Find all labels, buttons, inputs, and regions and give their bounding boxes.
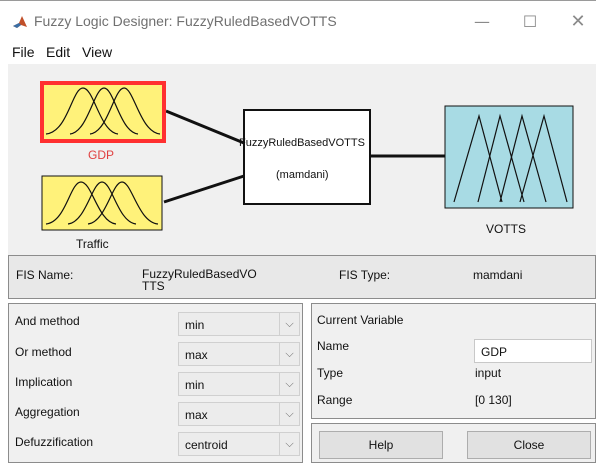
or-method-value: max bbox=[185, 348, 208, 362]
help-button[interactable]: Help bbox=[319, 431, 443, 459]
chevron-down-icon: ⌵ bbox=[279, 433, 299, 455]
and-method-value: min bbox=[185, 318, 205, 332]
implication-value: min bbox=[185, 378, 205, 392]
system-type-label: (mamdani) bbox=[276, 169, 329, 181]
menu-bar: File Edit View bbox=[0, 40, 596, 64]
aggregation-select[interactable]: max ⌵ bbox=[178, 402, 300, 426]
variable-range-label: Range bbox=[317, 393, 353, 407]
chevron-down-icon: ⌵ bbox=[279, 343, 299, 365]
input-gdp-block[interactable] bbox=[40, 81, 166, 143]
chevron-down-icon: ⌵ bbox=[279, 313, 299, 335]
maximize-button[interactable]: ☐ bbox=[510, 7, 550, 37]
system-block[interactable] bbox=[243, 109, 371, 205]
input-gdp-label: GDP bbox=[88, 148, 115, 162]
implication-label: Implication bbox=[15, 375, 73, 389]
methods-panel: And method min ⌵ Or method max ⌵ Implica… bbox=[8, 303, 303, 463]
current-variable-heading: Current Variable bbox=[317, 313, 404, 327]
chevron-down-icon: ⌵ bbox=[279, 403, 299, 425]
implication-select[interactable]: min ⌵ bbox=[178, 372, 300, 396]
menu-file[interactable]: File bbox=[12, 44, 35, 60]
or-method-label: Or method bbox=[15, 345, 72, 359]
current-variable-panel: Current Variable Name GDP Type input Ran… bbox=[311, 303, 596, 419]
minimize-button[interactable]: — bbox=[462, 7, 502, 37]
fis-name-label: FIS Name: bbox=[16, 268, 74, 282]
and-method-select[interactable]: min ⌵ bbox=[178, 312, 300, 336]
aggregation-value: max bbox=[185, 408, 208, 422]
variable-name-label: Name bbox=[317, 339, 350, 353]
defuzzification-value: centroid bbox=[185, 438, 228, 452]
or-method-select[interactable]: max ⌵ bbox=[178, 342, 300, 366]
system-name-label: FuzzyRuledBasedVOTTS bbox=[239, 137, 365, 149]
close-window-button[interactable]: ✕ bbox=[558, 7, 596, 37]
variable-name-field[interactable]: GDP bbox=[474, 339, 592, 363]
fis-info-panel: FIS Name: FuzzyRuledBasedVOTTS FIS Type:… bbox=[8, 255, 596, 299]
output-votts-block[interactable] bbox=[444, 105, 574, 209]
title-bar: Fuzzy Logic Designer: FuzzyRuledBasedVOT… bbox=[0, 0, 596, 40]
window-title: Fuzzy Logic Designer: FuzzyRuledBasedVOT… bbox=[34, 13, 337, 29]
input-traffic-label: Traffic bbox=[76, 237, 109, 251]
matlab-icon bbox=[12, 14, 28, 30]
connector-traffic bbox=[163, 174, 245, 204]
fis-diagram: GDP Traffic FuzzyRuledBasedVOTTS (mamdan… bbox=[8, 64, 596, 255]
and-method-label: And method bbox=[15, 314, 80, 328]
input-traffic-block[interactable] bbox=[41, 175, 163, 231]
defuzzification-select[interactable]: centroid ⌵ bbox=[178, 432, 300, 456]
fis-type-value: mamdani bbox=[473, 268, 523, 282]
menu-view[interactable]: View bbox=[82, 44, 112, 60]
aggregation-label: Aggregation bbox=[15, 405, 80, 419]
fis-type-label: FIS Type: bbox=[339, 268, 391, 282]
chevron-down-icon: ⌵ bbox=[279, 373, 299, 395]
close-button[interactable]: Close bbox=[467, 431, 591, 459]
menu-edit[interactable]: Edit bbox=[46, 44, 70, 60]
variable-type-value: input bbox=[475, 366, 502, 380]
variable-name-value: GDP bbox=[481, 345, 508, 359]
defuzzification-label: Defuzzification bbox=[15, 435, 94, 449]
variable-type-label: Type bbox=[317, 366, 344, 380]
connector-gdp bbox=[165, 109, 245, 145]
button-bar: Help Close bbox=[311, 423, 596, 463]
output-votts-label: VOTTS bbox=[486, 222, 527, 236]
fis-name-value: FuzzyRuledBasedVOTTS bbox=[142, 267, 257, 293]
variable-range-value: [0 130] bbox=[475, 393, 512, 407]
